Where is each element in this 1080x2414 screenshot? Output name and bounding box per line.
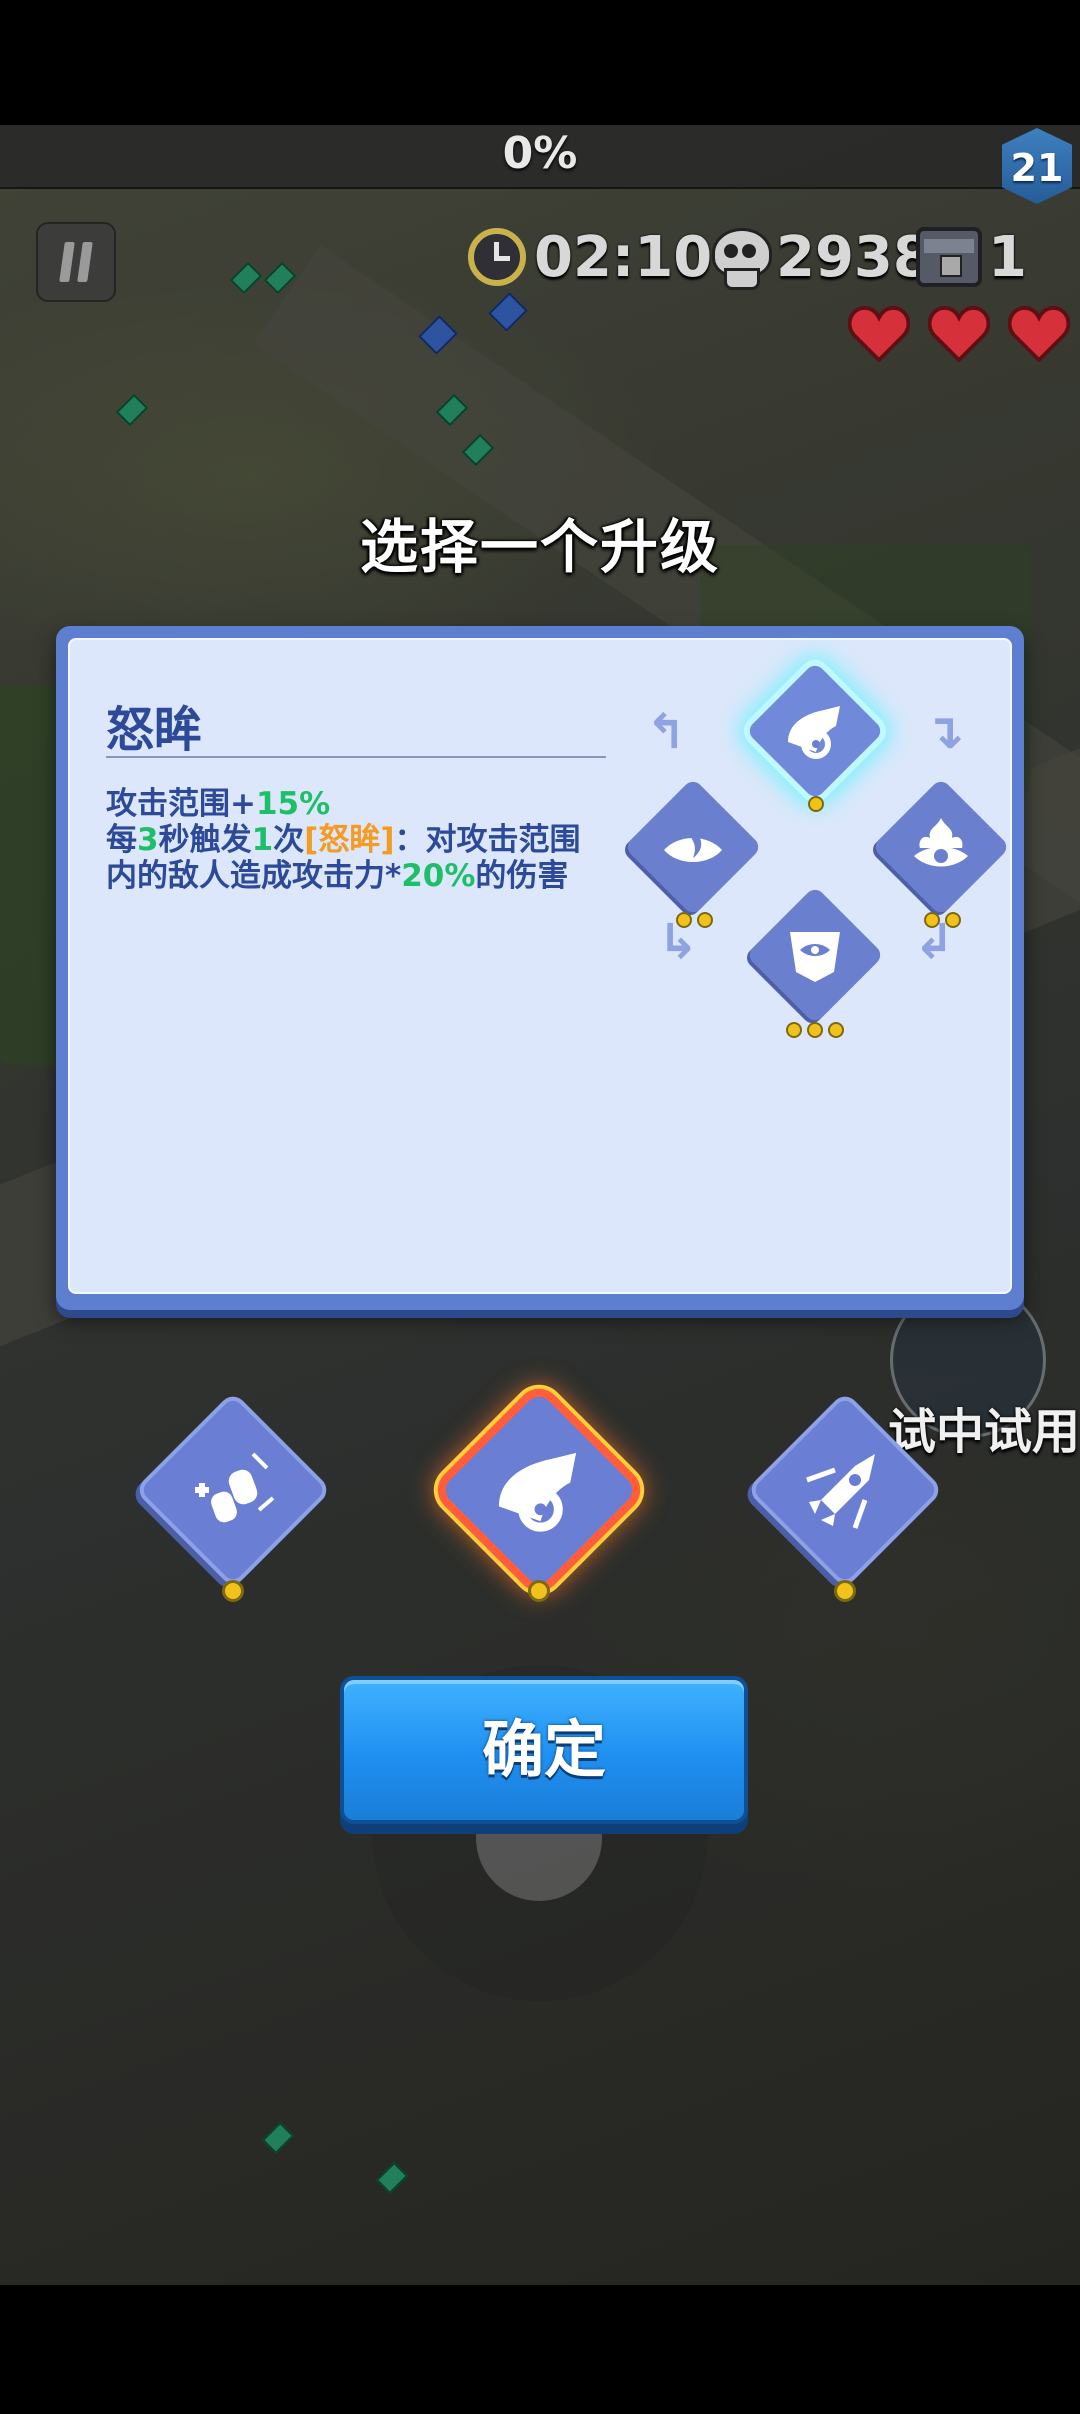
choose-upgrade-title: 选择一个升级 — [359, 513, 720, 581]
horn-icon — [474, 1425, 604, 1555]
level-dots — [924, 912, 961, 928]
chest-icon — [916, 227, 982, 287]
clock-icon — [468, 228, 526, 286]
skull-icon — [708, 226, 772, 290]
skill-description: 攻击范围+15% 每3秒触发1次[怒眸]：对攻击范围 内的敌人造成攻击力*20%… — [106, 786, 581, 894]
tree-node-fire-eye[interactable] — [871, 777, 1011, 917]
choice-level-dot — [222, 1580, 244, 1602]
tree-node-horn[interactable] — [745, 661, 885, 801]
arrow-icon: ↴ — [924, 704, 965, 760]
boots-icon — [168, 1425, 298, 1555]
choice-horn[interactable] — [440, 1391, 638, 1589]
upgrade-tree: ↰ ↴ ↳ ↲ — [614, 658, 1014, 1038]
xp-progress-text: 0% — [502, 128, 578, 179]
level-dots — [808, 796, 824, 812]
chest-counter: 1 — [916, 222, 1027, 292]
level-dots — [676, 912, 713, 928]
fire-eye-icon — [906, 812, 976, 882]
level-dots — [786, 1022, 844, 1038]
kill-counter: 2938 — [708, 222, 932, 292]
chest-count: 1 — [988, 224, 1027, 290]
pause-button[interactable] — [36, 222, 116, 302]
pause-icon — [59, 242, 75, 282]
tree-node-flame-eye[interactable] — [623, 777, 763, 917]
heart-icon — [847, 305, 911, 363]
kill-count: 2938 — [776, 224, 932, 290]
skill-name: 怒眸 — [106, 702, 203, 758]
heart-icon — [1007, 305, 1071, 363]
choice-rocket[interactable] — [746, 1391, 944, 1589]
timer: 02:10 — [468, 222, 712, 292]
choice-level-dot — [834, 1580, 856, 1602]
tree-node-demon-eye[interactable] — [745, 885, 885, 1025]
rocket-icon — [780, 1425, 910, 1555]
demon-eye-icon — [780, 920, 850, 990]
timer-value: 02:10 — [534, 224, 713, 290]
choice-boots[interactable] — [134, 1391, 332, 1589]
heart-icon — [927, 305, 991, 363]
horn-icon — [780, 696, 850, 766]
choice-level-dot — [528, 1580, 550, 1602]
arrow-icon: ↰ — [646, 704, 687, 760]
flame-eye-icon — [658, 812, 728, 882]
confirm-button[interactable]: 确定 — [340, 1676, 748, 1824]
divider — [106, 756, 606, 758]
upgrade-detail-panel: 怒眸 攻击范围+15% 每3秒触发1次[怒眸]：对攻击范围 内的敌人造成攻击力*… — [56, 626, 1024, 1310]
